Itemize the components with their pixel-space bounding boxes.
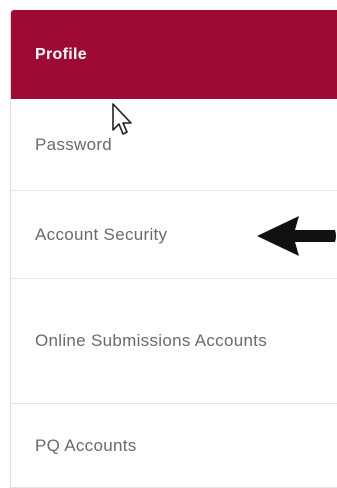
nav-item-label: Profile bbox=[35, 45, 87, 63]
nav-item-label: Password bbox=[35, 134, 113, 154]
nav-item-label: PQ Accounts bbox=[35, 435, 137, 455]
nav-item-label: Account Security bbox=[35, 224, 168, 244]
nav-item-profile[interactable]: Profile bbox=[11, 10, 337, 99]
nav-item-online-submissions-accounts[interactable]: Online Submissions Accounts bbox=[11, 279, 337, 404]
account-settings-menu: Profile Password Account Security Online… bbox=[10, 10, 337, 488]
nav-item-account-security[interactable]: Account Security bbox=[11, 191, 337, 279]
nav-item-password[interactable]: Password bbox=[11, 99, 337, 191]
nav-item-label: Online Submissions Accounts bbox=[35, 331, 268, 350]
nav-item-pq-accounts[interactable]: PQ Accounts bbox=[11, 404, 337, 488]
